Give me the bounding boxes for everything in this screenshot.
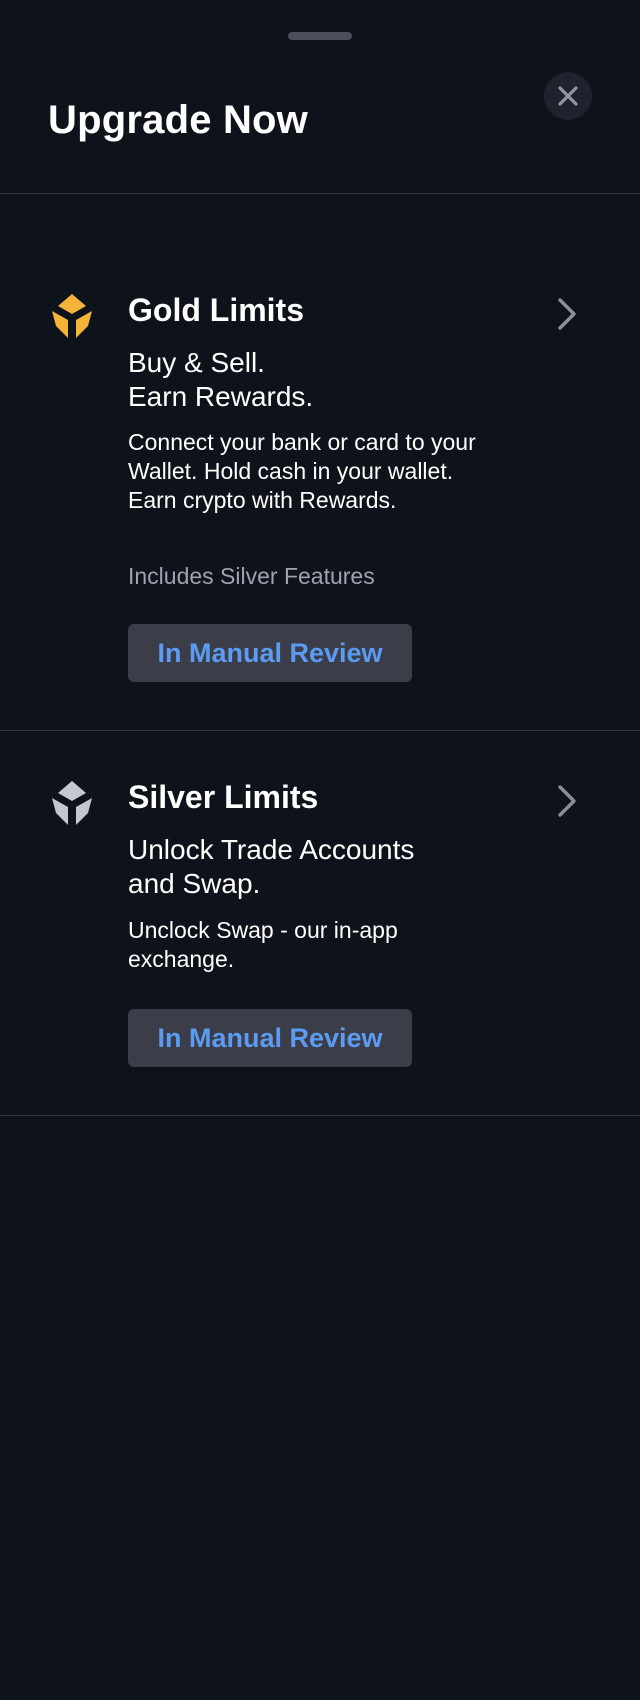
drag-handle[interactable] [288,32,352,40]
tier-description: Connect your bank or card to your Wallet… [128,429,476,513]
manual-review-button[interactable]: In Manual Review [128,1009,412,1067]
silver-tier-icon [52,781,92,825]
upgrade-sheet: Upgrade Now Gold Limits Buy & Sell. Earn… [0,0,640,1700]
tier-headline-line: Earn Rewards. [128,381,314,412]
manual-review-button[interactable]: In Manual Review [128,624,412,682]
gold-limits-card[interactable]: Gold Limits Buy & Sell. Earn Rewards. Co… [0,194,640,731]
includes-note: Includes Silver Features [128,563,375,589]
tier-headline-line: Buy & Sell. [128,347,265,378]
page-title: Upgrade Now [48,98,308,142]
close-button[interactable] [544,72,592,120]
chevron-right-icon[interactable] [552,296,580,332]
tier-headline-line: Unlock Trade Accounts [128,834,415,865]
tier-headline: Unlock Trade Accounts and Swap. [128,833,548,901]
silver-limits-card[interactable]: Silver Limits Unlock Trade Accounts and … [0,731,640,1116]
tier-title: Gold Limits [128,292,304,328]
tier-description: Unclock Swap - our in-app exchange. [128,917,398,972]
gold-tier-icon [52,294,92,338]
tier-headline: Buy & Sell. Earn Rewards. [128,346,548,414]
close-icon [558,86,578,106]
tier-headline-line: and Swap. [128,868,261,899]
sheet-header: Upgrade Now [0,0,640,194]
chevron-right-icon[interactable] [552,783,580,819]
tier-title: Silver Limits [128,779,319,815]
